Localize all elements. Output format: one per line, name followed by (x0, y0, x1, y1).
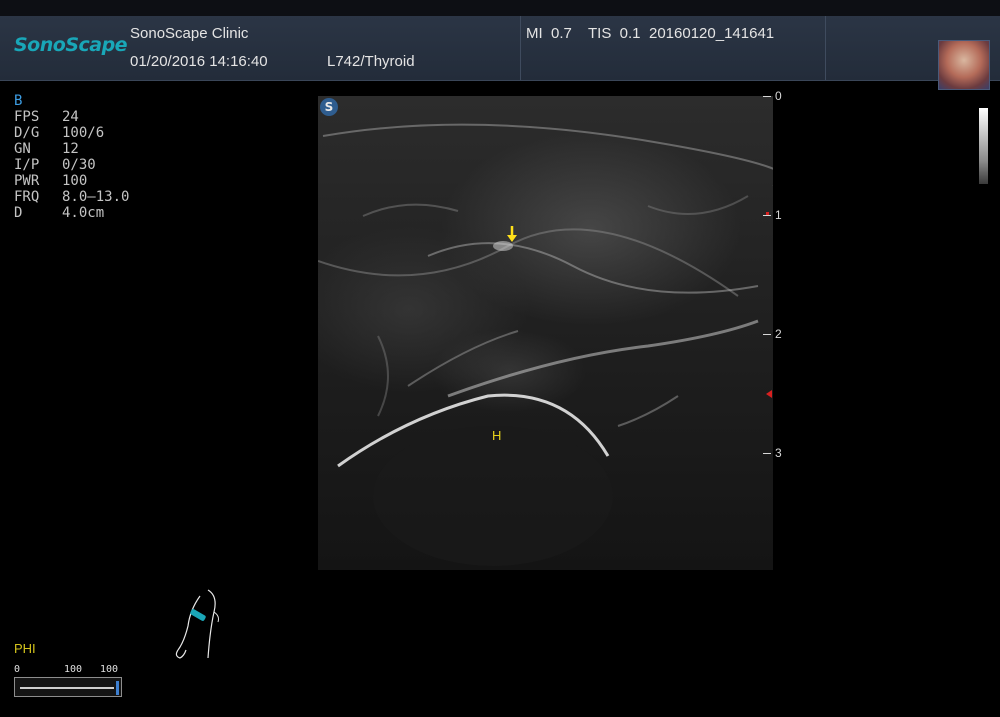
depth-tick (763, 334, 771, 335)
tis-value: TIS 0.1 (588, 25, 641, 42)
mode-label: B (14, 93, 23, 109)
param-row: GN 12 (14, 141, 79, 157)
tissue-structures (318, 123, 773, 566)
exam-datetime: 01/20/2016 14:16:40 (130, 53, 268, 70)
s-badge-icon: S (320, 98, 338, 116)
depth-label-1: 1 (775, 208, 782, 222)
ultrasound-image[interactable] (318, 96, 773, 570)
grayscale-bar (979, 108, 988, 184)
annotation-h: H (492, 428, 502, 443)
depth-tick (763, 215, 771, 216)
param-row: PWR 100 (14, 173, 88, 189)
exam-id: 20160120_141641 (649, 25, 775, 42)
phi-slider[interactable] (14, 677, 122, 697)
param-row: D 4.0cm (14, 205, 105, 221)
body-mark-arm-icon[interactable] (170, 586, 230, 662)
phi-label: PHI (14, 641, 36, 656)
header-bar: SonoScape SonoScape Clinic 01/20/2016 14… (0, 16, 1000, 90)
mi-value: MI 0.7 (526, 25, 572, 42)
top-strip (0, 0, 1000, 16)
body-region-thumbnail[interactable] (938, 40, 990, 90)
depth-marker (766, 212, 769, 215)
depth-label-0: 0 (775, 89, 782, 103)
param-row: FPS 24 (14, 109, 79, 125)
param-row: I/P 0/30 (14, 157, 96, 173)
depth-label-2: 2 (775, 327, 782, 341)
slider-track (20, 687, 114, 689)
arrow-down-icon (507, 226, 517, 242)
slider-thumb[interactable] (116, 681, 119, 695)
depth-tick (763, 453, 771, 454)
param-row: D/G 100/6 (14, 125, 105, 141)
param-row: FRQ 8.0–13.0 (14, 189, 130, 205)
depth-tick (763, 96, 771, 97)
clinic-name: SonoScape Clinic (130, 25, 249, 42)
depth-label-3: 3 (775, 446, 782, 460)
focus-marker-icon[interactable] (766, 390, 772, 398)
probe-preset: L742/Thyroid (327, 53, 415, 70)
sonoscape-logo: SonoScape (14, 34, 128, 56)
imaging-parameters: B FPS 24 D/G 100/6 GN 12 I/P 0/30 PWR 100 FRQ… (14, 93, 129, 221)
